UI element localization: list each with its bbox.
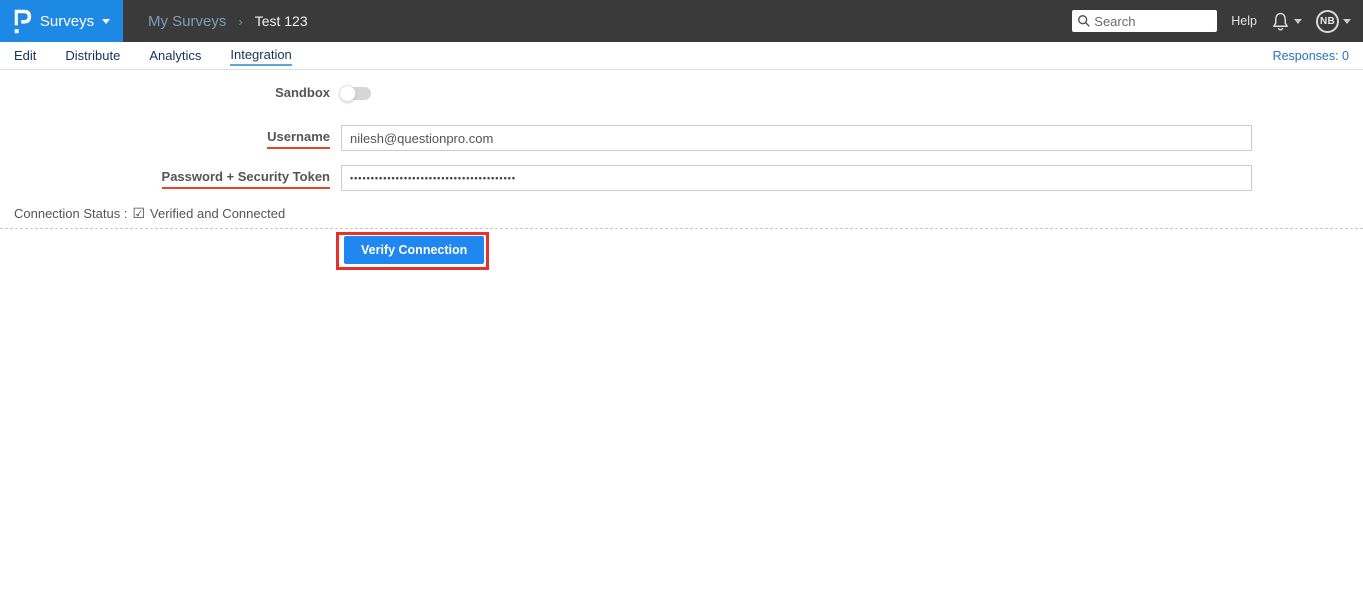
- surveys-menu-label: Surveys: [39, 12, 95, 30]
- sandbox-label: Sandbox: [275, 85, 330, 100]
- chevron-down-icon: [102, 18, 111, 24]
- tab-integration[interactable]: Integration: [230, 45, 292, 66]
- breadcrumb: My Surveys › Test 123: [148, 13, 308, 30]
- verify-connection-button[interactable]: Verify Connection: [344, 236, 485, 264]
- toggle-knob: [339, 85, 356, 102]
- responses-count[interactable]: Responses: 0: [1273, 49, 1349, 63]
- red-highlight-annotation: Verify Connection: [336, 232, 490, 270]
- checked-checkbox-icon: ☑: [132, 205, 146, 221]
- verify-button-row: Verify Connection: [336, 232, 1363, 270]
- chevron-down-icon: [1343, 18, 1351, 24]
- user-menu[interactable]: NB: [1316, 9, 1351, 33]
- sandbox-row: Sandbox: [0, 84, 1363, 102]
- tab-distribute[interactable]: Distribute: [65, 46, 120, 65]
- connection-status-row: Connection Status : ☑ Verified and Conne…: [0, 205, 1363, 222]
- connection-status-label: Connection Status :: [14, 206, 128, 221]
- search-icon: [1078, 15, 1091, 27]
- sandbox-toggle[interactable]: [339, 85, 371, 102]
- breadcrumb-my-surveys[interactable]: My Surveys: [148, 13, 226, 30]
- username-label: Username: [267, 129, 330, 149]
- questionpro-logo-icon: [13, 8, 32, 34]
- username-row: Username: [0, 125, 1363, 151]
- bell-icon: [1273, 12, 1288, 31]
- search-box[interactable]: [1072, 10, 1218, 32]
- survey-tab-bar: Edit Distribute Analytics Integration Re…: [0, 42, 1363, 70]
- password-security-token-field[interactable]: [341, 165, 1252, 191]
- tab-analytics[interactable]: Analytics: [149, 46, 201, 65]
- surveys-product-menu[interactable]: Surveys: [0, 0, 123, 42]
- topnav-right-controls: Help NB: [1072, 0, 1351, 42]
- username-field[interactable]: [341, 125, 1252, 151]
- integration-settings-panel: Sandbox Username Password + Security Tok…: [0, 70, 1363, 270]
- avatar[interactable]: NB: [1316, 9, 1339, 33]
- search-input[interactable]: [1072, 10, 1218, 32]
- connection-status-value: Verified and Connected: [150, 206, 286, 221]
- breadcrumb-separator: ›: [238, 13, 243, 29]
- tab-edit[interactable]: Edit: [14, 46, 36, 65]
- dashed-divider: [0, 228, 1363, 229]
- chevron-down-icon: [1294, 18, 1302, 24]
- breadcrumb-survey-name: Test 123: [254, 13, 308, 29]
- password-row: Password + Security Token: [0, 165, 1363, 191]
- top-navigation-bar: Surveys My Surveys › Test 123 Help NB: [0, 0, 1363, 42]
- help-link[interactable]: Help: [1231, 14, 1257, 28]
- password-security-token-label: Password + Security Token: [161, 169, 330, 189]
- notifications-menu[interactable]: [1271, 11, 1302, 32]
